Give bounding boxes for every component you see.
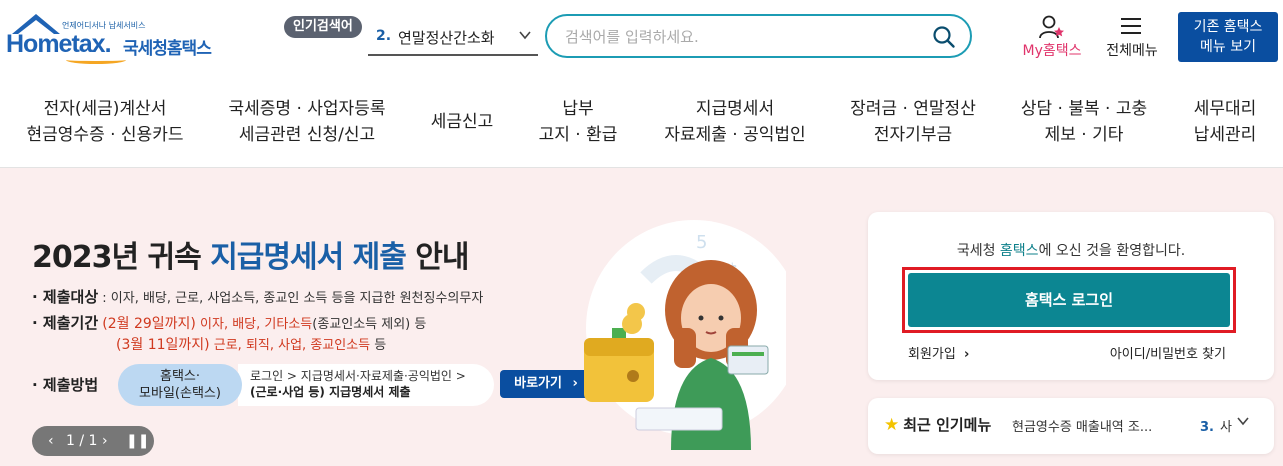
- method-key: · 제출방법: [32, 376, 99, 394]
- gnb-item-year-end-settlement[interactable]: 장려금 · 연말정산 전자기부금: [850, 96, 976, 148]
- main-visual-banner: 2023년 귀속 지급명세서 제출 안내 · 제출대상 : 이자, 배당, 근로…: [0, 168, 1283, 466]
- welcome-brand: 홈택스: [999, 243, 1039, 259]
- popular-menu-next-item[interactable]: 3. 사: [1200, 416, 1240, 435]
- logo-swoosh: [66, 56, 126, 64]
- gnb-label: 지급명세서: [695, 99, 775, 119]
- gnb-label: 납부: [562, 99, 594, 119]
- period-note-2: 등: [374, 338, 387, 353]
- banner-illustration: 5 $: [584, 220, 786, 450]
- method-path: 로그인 > 지급명세서·자료제출·공익법인 > (근로·사업 등) 지급명세서 …: [238, 364, 494, 406]
- popular-search-badge: 인기검색어: [284, 16, 362, 38]
- gnb-item-tax-return[interactable]: 세금신고: [431, 109, 494, 135]
- subject-value: : 이자, 배당, 근로, 사업소득, 종교인 소득 등을 지급한 원천징수의무…: [102, 291, 484, 306]
- goto-label: 바로가기: [514, 376, 562, 391]
- gnb-label: 자료제출 · 공익법인: [664, 125, 806, 145]
- gnb-label: 장려금 · 연말정산: [850, 99, 976, 119]
- gnb-item-payment[interactable]: 납부 고지 · 환급: [539, 96, 618, 148]
- gnb-label: 전자기부금: [873, 125, 953, 145]
- gnb-label: 고지 · 환급: [538, 125, 618, 145]
- header: 언제어디서나 납세서비스 Hometax. 국세청홈택스 인기검색어 2. 연말…: [0, 0, 1283, 80]
- all-menu-label: 전체메뉴: [1106, 43, 1158, 59]
- popular-search-rank: 2.: [376, 28, 392, 44]
- old-hometax-menu-button[interactable]: 기존 홈택스 메뉴 보기: [1178, 12, 1278, 62]
- gnb-label: 세금신고: [430, 112, 494, 132]
- search-box: [545, 14, 972, 58]
- login-button-highlight: 홈택스 로그인: [902, 267, 1236, 333]
- my-hometax-label: My홈택스: [1022, 43, 1082, 59]
- search-input[interactable]: [565, 26, 925, 48]
- banner-title: 2023년 귀속 지급명세서 제출 안내: [32, 232, 469, 276]
- banner-title-highlight: 지급명세서 제출: [210, 240, 407, 275]
- banner-title-post: 안내: [405, 240, 469, 275]
- period-items-1: 이자, 배당, 기타소득: [200, 317, 313, 332]
- popular-menu-item[interactable]: 현금영수증 매출내역 조...: [1012, 416, 1198, 435]
- banner-method-key-row: · 제출방법: [32, 374, 98, 395]
- slide-pager: ‹ 1 / 1 › ❚❚: [32, 426, 154, 456]
- period-items-2: 근로, 퇴직, 사업, 종교인소득: [213, 338, 371, 353]
- welcome-message: 국세청 홈택스에 오신 것을 환영합니다.: [868, 240, 1274, 260]
- chevron-down-icon[interactable]: [1236, 414, 1250, 432]
- gnb-label: 전자(세금)계산서: [43, 99, 167, 119]
- popular-menu-title: ★ 최근 인기메뉴: [884, 414, 991, 435]
- gnb-label: 세무대리: [1193, 99, 1257, 119]
- gnb-label: 현금영수증 · 신용카드: [26, 125, 184, 145]
- gnb-item-tax-agent[interactable]: 세무대리 납세관리: [1194, 96, 1257, 148]
- welcome-pre: 국세청: [956, 243, 1000, 259]
- popular-search-dropdown[interactable]: 2. 연말정산간소화: [368, 22, 538, 56]
- popular-next-text: 사: [1219, 420, 1232, 435]
- search-icon[interactable]: [932, 25, 956, 49]
- gnb-label: 세금관련 신청/신고: [238, 125, 376, 145]
- popular-menu-card: ★ 최근 인기메뉴 현금영수증 매출내역 조... 3. 사: [868, 398, 1274, 454]
- star-icon: ★: [884, 415, 900, 435]
- slide-counter: 1 / 1: [66, 433, 98, 449]
- login-button[interactable]: 홈택스 로그인: [908, 273, 1230, 327]
- subject-key: · 제출대상: [32, 288, 99, 306]
- old-hometax-line2: 메뉴 보기: [1200, 39, 1256, 55]
- banner-title-pre: 2023년 귀속: [32, 240, 211, 275]
- period-key: · 제출기간: [32, 314, 99, 332]
- method-pill-line1: 홈택스·: [159, 369, 200, 384]
- hamburger-menu-icon: [1121, 14, 1143, 40]
- my-hometax-button[interactable]: My홈택스: [1016, 14, 1088, 64]
- banner-subject-row: · 제출대상 : 이자, 배당, 근로, 사업소득, 종교인 소득 등을 지급한…: [32, 286, 483, 307]
- all-menu-button[interactable]: 전체메뉴: [1100, 14, 1164, 64]
- welcome-post: 에 오신 것을 환영합니다.: [1038, 243, 1186, 259]
- login-card: 국세청 홈택스에 오신 것을 환영합니다. 홈택스 로그인 회원가입 › 아이디…: [868, 212, 1274, 380]
- global-navigation: 전자(세금)계산서 현금영수증 · 신용카드 국세증명 · 사업자등록 세금관련…: [0, 80, 1283, 168]
- period-note-1: (종교인소득 제외) 등: [312, 317, 427, 332]
- chevron-down-icon[interactable]: [518, 28, 532, 46]
- old-hometax-line1: 기존 홈택스: [1193, 19, 1263, 35]
- chevron-right-icon: ›: [963, 347, 970, 362]
- banner-period-row-2: (3월 11일까지) 근로, 퇴직, 사업, 종교인소득 등: [116, 334, 386, 354]
- join-link[interactable]: 회원가입 ›: [908, 343, 969, 362]
- gnb-label: 국세증명 · 사업자등록: [228, 99, 386, 119]
- gnb-item-certificate[interactable]: 국세증명 · 사업자등록 세금관련 신청/신고: [229, 96, 386, 148]
- method-pill: 홈택스· 모바일(손택스): [118, 364, 242, 406]
- gnb-label: 상담 · 불복 · 고충: [1020, 99, 1148, 119]
- popular-next-rank: 3.: [1200, 420, 1214, 435]
- banner-period-row: · 제출기간 (2월 29일까지) 이자, 배당, 기타소득(종교인소득 제외)…: [32, 312, 426, 333]
- logo-korean-name: 국세청홈택스: [123, 39, 212, 59]
- method-path-line2: (근로·사업 등) 지급명세서 제출: [250, 385, 411, 399]
- gnb-label: 납세관리: [1193, 125, 1257, 145]
- popular-search-term[interactable]: 연말정산간소화: [398, 27, 495, 48]
- period-date-2: (3월 11일까지): [116, 337, 210, 353]
- logo-wordmark: Hometax.: [6, 30, 112, 58]
- gnb-item-payment-statement[interactable]: 지급명세서 자료제출 · 공익법인: [664, 96, 805, 148]
- period-date-1: (2월 29일까지): [102, 316, 196, 332]
- svg-text:5: 5: [696, 232, 707, 253]
- hometax-logo[interactable]: 언제어디서나 납세서비스 Hometax. 국세청홈택스: [6, 12, 221, 64]
- gnb-item-e-invoice[interactable]: 전자(세금)계산서 현금영수증 · 신용카드: [27, 96, 184, 148]
- method-path-line1: 로그인 > 지급명세서·자료제출·공익법인 >: [250, 369, 466, 383]
- next-slide-icon[interactable]: ›: [102, 426, 108, 456]
- pause-icon[interactable]: ❚❚: [126, 426, 149, 456]
- prev-slide-icon[interactable]: ‹: [48, 426, 54, 456]
- find-id-password-link[interactable]: 아이디/비밀번호 찾기: [1110, 343, 1226, 362]
- popular-menu-title-text: 최근 인기메뉴: [903, 416, 992, 434]
- join-label: 회원가입: [908, 347, 956, 362]
- gnb-item-consultation[interactable]: 상담 · 불복 · 고충 제보 · 기타: [1021, 96, 1147, 148]
- method-pill-line2: 모바일(손택스): [139, 386, 221, 401]
- user-star-icon: [1038, 14, 1066, 40]
- gnb-label: 제보 · 기타: [1044, 125, 1124, 145]
